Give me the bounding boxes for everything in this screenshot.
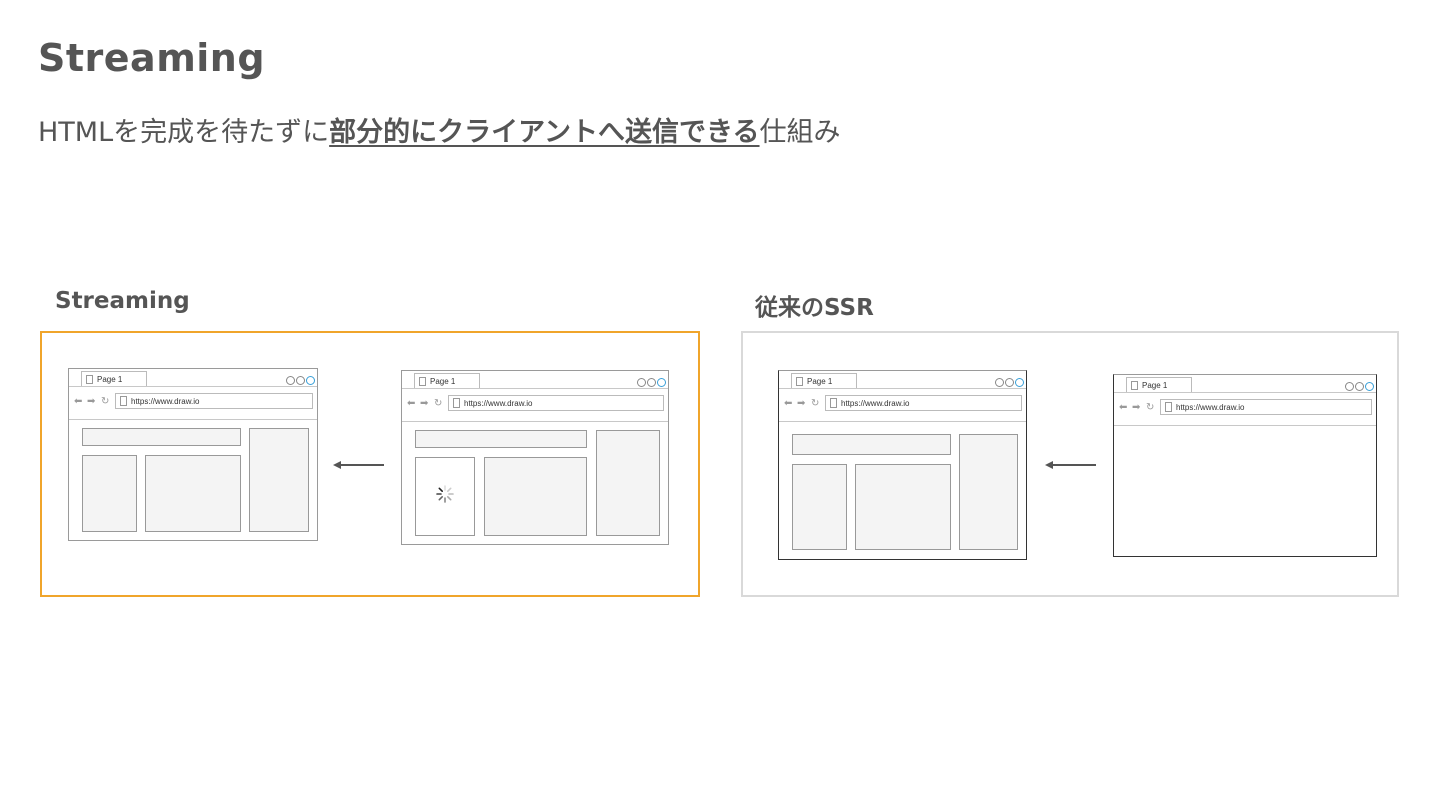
forward-arrow-icon[interactable]: ➡ — [797, 399, 805, 409]
ssr-panel-title: 従来のSSR — [755, 295, 874, 321]
page-icon — [419, 377, 426, 386]
nav-bar: ⬅ ➡ ↻ https://www.draw.io — [402, 389, 668, 422]
forward-arrow-icon[interactable]: ➡ — [420, 399, 428, 409]
browser-window: Page 1 ⬅ ➡ ↻ https://www.draw.io — [68, 368, 318, 541]
back-arrow-icon[interactable]: ⬅ — [74, 397, 82, 407]
window-circle-icon[interactable] — [657, 378, 666, 387]
reload-icon[interactable]: ↻ — [811, 399, 819, 409]
nav-bar: ⬅ ➡ ↻ https://www.draw.io — [779, 389, 1026, 422]
browser-tab[interactable]: Page 1 — [791, 373, 857, 388]
nav-bar: ⬅ ➡ ↻ https://www.draw.io — [69, 387, 317, 420]
window-circle-icon[interactable] — [647, 378, 656, 387]
tab-label: Page 1 — [807, 377, 833, 386]
window-circle-icon[interactable] — [637, 378, 646, 387]
left-arrow-icon — [333, 461, 384, 469]
window-circle-icon[interactable] — [995, 378, 1004, 387]
content-block — [792, 464, 847, 550]
left-arrow-icon — [1045, 461, 1096, 469]
sidebar-block — [249, 428, 309, 532]
url-text: https://www.draw.io — [841, 399, 910, 408]
window-circle-icon[interactable] — [1015, 378, 1024, 387]
page-icon — [86, 375, 93, 384]
forward-arrow-icon[interactable]: ➡ — [87, 397, 95, 407]
window-circle-icon[interactable] — [1355, 382, 1364, 391]
slide-title: Streaming — [38, 36, 266, 80]
page-icon — [120, 396, 127, 406]
subtitle-post: 仕組み — [759, 117, 841, 148]
loading-spinner-icon — [436, 485, 454, 503]
sidebar-block — [959, 434, 1018, 550]
back-arrow-icon[interactable]: ⬅ — [784, 399, 792, 409]
tab-bar: Page 1 — [1114, 375, 1376, 393]
tab-label: Page 1 — [430, 377, 456, 386]
forward-arrow-icon[interactable]: ➡ — [1132, 403, 1140, 413]
address-bar[interactable]: https://www.draw.io — [115, 393, 313, 409]
nav-bar: ⬅ ➡ ↻ https://www.draw.io — [1114, 393, 1376, 426]
slide-subtitle: HTMLを完成を待たずに部分的にクライアントへ送信できる仕組み — [38, 110, 841, 149]
page-icon — [453, 398, 460, 408]
browser-tab[interactable]: Page 1 — [1126, 377, 1192, 392]
content-header-block — [415, 430, 587, 448]
page-icon — [830, 398, 837, 408]
url-text: https://www.draw.io — [464, 399, 533, 408]
content-block — [145, 455, 241, 532]
tab-bar: Page 1 — [779, 371, 1026, 389]
reload-icon[interactable]: ↻ — [101, 397, 109, 407]
window-circle-icon[interactable] — [296, 376, 305, 385]
page-icon — [1131, 381, 1138, 390]
streaming-panel-title: Streaming — [55, 288, 190, 314]
back-arrow-icon[interactable]: ⬅ — [407, 399, 415, 409]
back-arrow-icon[interactable]: ⬅ — [1119, 403, 1127, 413]
page-icon — [796, 377, 803, 386]
window-circle-icon[interactable] — [286, 376, 295, 385]
address-bar[interactable]: https://www.draw.io — [448, 395, 664, 411]
page-icon — [1165, 402, 1172, 412]
subtitle-pre: HTMLを完成を待たずに — [38, 117, 330, 148]
window-circle-icon[interactable] — [306, 376, 315, 385]
address-bar[interactable]: https://www.draw.io — [1160, 399, 1372, 415]
content-header-block — [82, 428, 241, 446]
browser-window: Page 1 ⬅ ➡ ↻ https://www.draw.io — [1113, 374, 1377, 557]
tab-bar: Page 1 — [402, 371, 668, 389]
address-bar[interactable]: https://www.draw.io — [825, 395, 1022, 411]
loading-block — [415, 457, 475, 536]
window-circle-icon[interactable] — [1345, 382, 1354, 391]
tab-label: Page 1 — [97, 375, 123, 384]
sidebar-block — [596, 430, 660, 536]
browser-tab[interactable]: Page 1 — [81, 371, 147, 386]
content-header-block — [792, 434, 951, 455]
reload-icon[interactable]: ↻ — [1146, 403, 1154, 413]
url-text: https://www.draw.io — [1176, 403, 1245, 412]
content-block — [855, 464, 951, 550]
tab-label: Page 1 — [1142, 381, 1168, 390]
content-block — [82, 455, 137, 532]
url-text: https://www.draw.io — [131, 397, 200, 406]
tab-bar: Page 1 — [69, 369, 317, 387]
browser-tab[interactable]: Page 1 — [414, 373, 480, 388]
content-block — [484, 457, 587, 536]
window-circle-icon[interactable] — [1365, 382, 1374, 391]
browser-window: Page 1 ⬅ ➡ ↻ https://www.draw.io — [401, 370, 669, 545]
browser-window: Page 1 ⬅ ➡ ↻ https://www.draw.io — [778, 370, 1027, 560]
window-circle-icon[interactable] — [1005, 378, 1014, 387]
subtitle-emphasis: 部分的にクライアントへ送信できる — [329, 117, 760, 148]
reload-icon[interactable]: ↻ — [434, 399, 442, 409]
